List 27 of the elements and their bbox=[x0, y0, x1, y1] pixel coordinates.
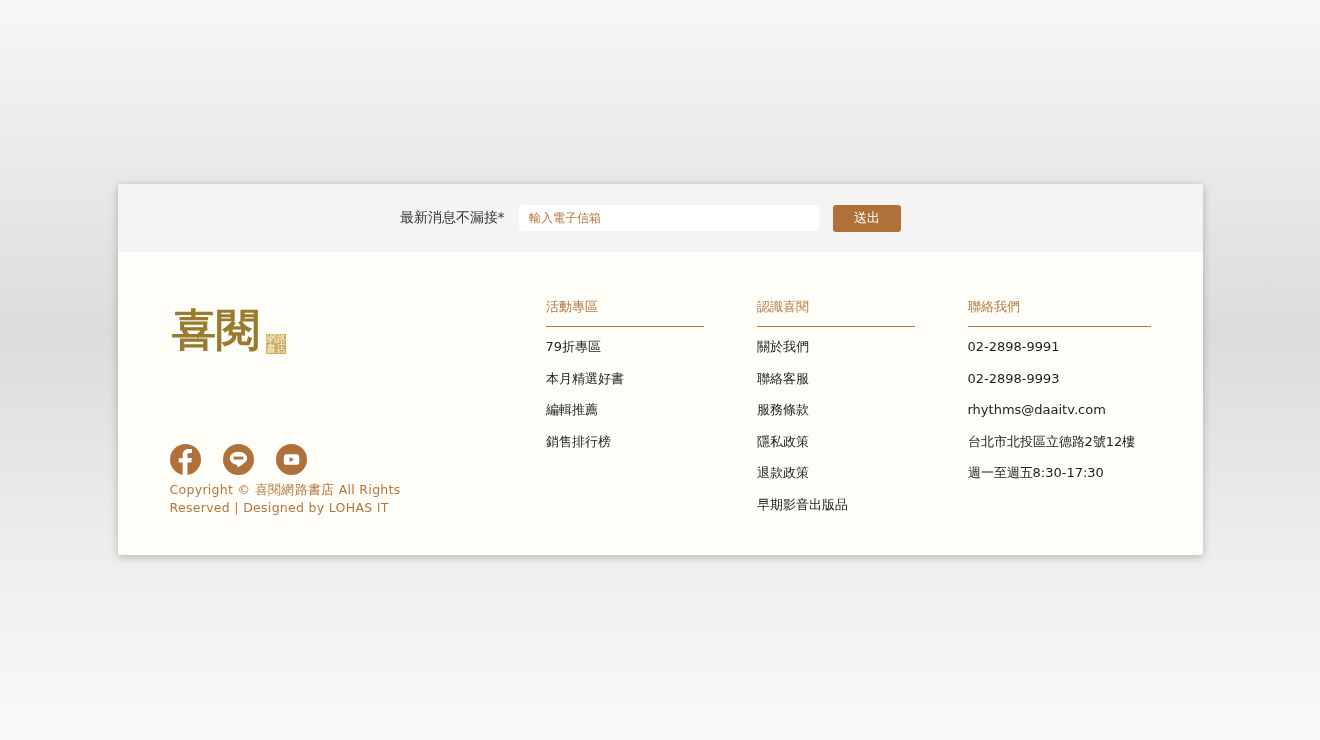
footer-link[interactable]: 早期影音出版品 bbox=[756, 488, 915, 520]
footer-link[interactable]: 服務條款 bbox=[756, 394, 915, 426]
newsletter-label: 最新消息不漏接* bbox=[399, 209, 505, 227]
column-title: 聯絡我們 bbox=[967, 298, 1151, 327]
footer-link[interactable]: 聯絡客服 bbox=[756, 362, 915, 394]
facebook-icon[interactable] bbox=[169, 444, 201, 475]
column-title: 認識喜閱 bbox=[756, 298, 915, 327]
footer-link[interactable]: 關於我們 bbox=[756, 331, 915, 363]
footer-link[interactable]: 本月精選好書 bbox=[545, 362, 704, 394]
footer-link[interactable]: 週一至週五8:30-17:30 bbox=[967, 457, 1151, 489]
play-icon[interactable] bbox=[275, 444, 307, 475]
footer-link[interactable]: 銷售排行榜 bbox=[545, 425, 704, 457]
footer-link[interactable]: 退款政策 bbox=[756, 457, 915, 489]
email-input[interactable]: 輸入電子信箱 bbox=[518, 205, 819, 231]
column-title: 活動專區 bbox=[545, 298, 704, 327]
footer-link[interactable]: rhythms@daaitv.com bbox=[967, 394, 1151, 426]
footer-link[interactable]: 02-2898-9991 bbox=[967, 331, 1151, 363]
footer-link[interactable]: 台北市北投區立德路2號12樓 bbox=[967, 425, 1151, 457]
logo-seal: 網路書店 bbox=[265, 334, 286, 354]
footer-link[interactable]: 02-2898-9993 bbox=[967, 362, 1151, 394]
chat-bubble-icon[interactable] bbox=[222, 444, 254, 475]
footer-link[interactable]: 隱私政策 bbox=[756, 425, 915, 457]
footer-link[interactable]: 編輯推薦 bbox=[545, 394, 704, 426]
submit-button[interactable]: 送出 bbox=[832, 204, 901, 232]
footer-link[interactable]: 79折專區 bbox=[545, 331, 704, 363]
logo: 喜閱 bbox=[170, 305, 261, 357]
copyright-text: Copyright © 喜閱網路書店 All Rights Reserved | Designed by LOHAS IT bbox=[169, 481, 402, 517]
